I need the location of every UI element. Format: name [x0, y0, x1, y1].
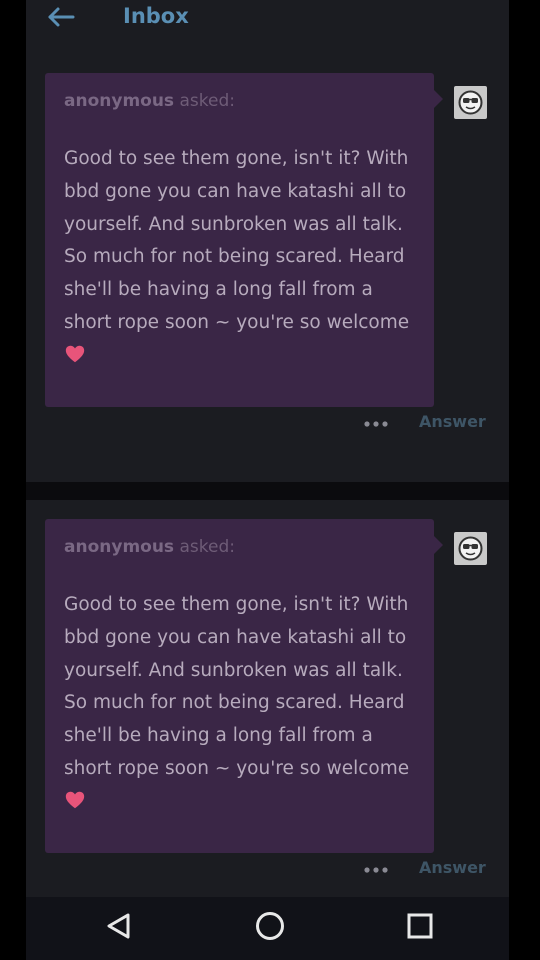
question-text-wrap: Good to see them gone, isn't it? With bb…	[64, 143, 424, 373]
circle-home-icon	[256, 912, 284, 940]
asker-line: anonymous asked:	[64, 91, 235, 111]
inbox-message-card: anonymous asked: Good to see them gone, …	[26, 500, 509, 928]
heart-icon	[65, 791, 85, 809]
more-horizontal-icon	[364, 867, 388, 873]
system-navigation-bar	[26, 897, 509, 960]
page-title: Inbox	[123, 4, 189, 28]
asker-name[interactable]: anonymous	[64, 91, 174, 111]
question-text-wrap: Good to see them gone, isn't it? With bb…	[64, 589, 424, 819]
more-options-button[interactable]	[362, 416, 392, 430]
asker-suffix: asked:	[179, 537, 235, 557]
arrow-left-icon	[48, 7, 75, 27]
nav-back-button[interactable]	[100, 907, 140, 947]
sunglasses-face-icon	[458, 536, 483, 561]
square-recents-icon	[407, 913, 433, 939]
inbox-message-card: anonymous asked: Good to see them gone, …	[26, 54, 509, 482]
nav-recents-button[interactable]	[400, 907, 440, 947]
anonymous-avatar[interactable]	[454, 86, 487, 119]
asker-suffix: asked:	[179, 91, 235, 111]
top-bar: Inbox	[26, 0, 509, 54]
asker-name[interactable]: anonymous	[64, 537, 174, 557]
answer-button[interactable]: Answer	[419, 412, 486, 431]
card-separator	[26, 482, 509, 500]
sunglasses-face-icon	[458, 90, 483, 115]
triangle-back-icon	[107, 913, 130, 939]
anonymous-avatar[interactable]	[454, 532, 487, 565]
more-options-button[interactable]	[362, 862, 392, 876]
back-button[interactable]	[46, 2, 82, 30]
heart-icon	[65, 345, 85, 363]
question-bubble: anonymous asked: Good to see them gone, …	[45, 73, 443, 407]
more-horizontal-icon	[364, 421, 388, 427]
nav-home-button[interactable]	[250, 907, 290, 947]
question-text: Good to see them gone, isn't it? With bb…	[64, 148, 410, 333]
app-screen: Inbox anonymous asked: Good to see them …	[26, 0, 509, 960]
question-bubble: anonymous asked: Good to see them gone, …	[45, 519, 443, 853]
question-text: Good to see them gone, isn't it? With bb…	[64, 594, 410, 779]
asker-line: anonymous asked:	[64, 537, 235, 557]
answer-button[interactable]: Answer	[419, 858, 486, 877]
